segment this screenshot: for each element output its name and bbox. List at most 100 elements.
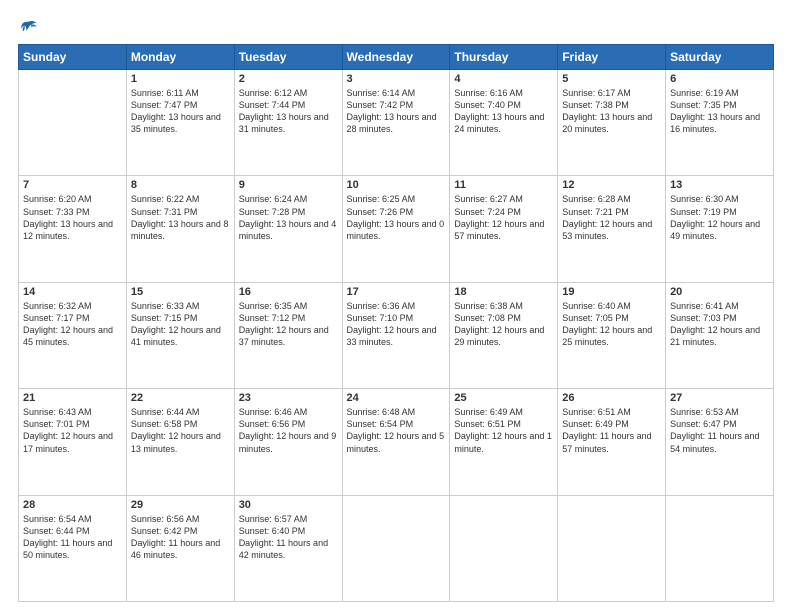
day-number: 7 — [23, 179, 122, 191]
day-cell: 23 Sunrise: 6:46 AMSunset: 6:56 PMDayligh… — [234, 389, 342, 495]
day-info: Sunrise: 6:53 AMSunset: 6:47 PMDaylight:… — [670, 406, 769, 455]
day-cell: 2Sunrise: 6:12 AMSunset: 7:44 PMDaylight… — [234, 70, 342, 176]
day-info: Sunrise: 6:41 AMSunset: 7:03 PMDaylight:… — [670, 300, 769, 349]
day-cell: 6 Sunrise: 6:19 AMSunset: 7:35 PMDaylight… — [666, 70, 774, 176]
day-number: 19 — [562, 286, 661, 298]
day-cell: 12 Sunrise: 6:28 AMSunset: 7:21 PMDayligh… — [558, 176, 666, 282]
header — [18, 18, 774, 36]
day-cell: 3 Sunrise: 6:14 AMSunset: 7:42 PMDaylight… — [342, 70, 450, 176]
weekday-header-sunday: Sunday — [19, 45, 127, 70]
day-number: 5 — [562, 73, 661, 85]
day-info: Sunrise: 6:49 AMSunset: 6:51 PMDaylight:… — [454, 406, 553, 455]
day-number: 24 — [347, 392, 446, 404]
weekday-header-monday: Monday — [126, 45, 234, 70]
day-cell: 10 Sunrise: 6:25 AMSunset: 7:26 PMDayligh… — [342, 176, 450, 282]
day-number: 14 — [23, 286, 122, 298]
day-info: Sunrise: 6:30 AMSunset: 7:19 PMDaylight:… — [670, 193, 769, 242]
weekday-header-saturday: Saturday — [666, 45, 774, 70]
day-info: Sunrise: 6:33 AMSunset: 7:15 PMDaylight:… — [131, 300, 230, 349]
day-info: Sunrise: 6:19 AMSunset: 7:35 PMDaylight:… — [670, 87, 769, 136]
day-number: 29 — [131, 499, 230, 511]
day-info: Sunrise: 6:40 AMSunset: 7:05 PMDaylight:… — [562, 300, 661, 349]
day-number: 10 — [347, 179, 446, 191]
day-number: 18 — [454, 286, 553, 298]
day-cell: 28 Sunrise: 6:54 AMSunset: 6:44 PMDayligh… — [19, 495, 127, 601]
day-number: 25 — [454, 392, 553, 404]
day-info: Sunrise: 6:43 AMSunset: 7:01 PMDaylight:… — [23, 406, 122, 455]
day-number: 15 — [131, 286, 230, 298]
day-cell: 27 Sunrise: 6:53 AMSunset: 6:47 PMDayligh… — [666, 389, 774, 495]
day-info: Sunrise: 6:16 AMSunset: 7:40 PMDaylight:… — [454, 87, 553, 136]
day-number: 26 — [562, 392, 661, 404]
calendar-page: SundayMondayTuesdayWednesdayThursdayFrid… — [0, 0, 792, 612]
day-number: 23 — [239, 392, 338, 404]
day-cell: 9 Sunrise: 6:24 AMSunset: 7:28 PMDaylight… — [234, 176, 342, 282]
day-cell: 24 Sunrise: 6:48 AMSunset: 6:54 PMDayligh… — [342, 389, 450, 495]
day-cell: 7 Sunrise: 6:20 AMSunset: 7:33 PMDaylight… — [19, 176, 127, 282]
logo-bird-icon — [20, 18, 38, 36]
day-number: 22 — [131, 392, 230, 404]
day-cell: 19 Sunrise: 6:40 AMSunset: 7:05 PMDayligh… — [558, 282, 666, 388]
day-cell: 16 Sunrise: 6:35 AMSunset: 7:12 PMDayligh… — [234, 282, 342, 388]
day-number: 8 — [131, 179, 230, 191]
day-info: Sunrise: 6:25 AMSunset: 7:26 PMDaylight:… — [347, 193, 446, 242]
day-number: 9 — [239, 179, 338, 191]
day-number: 12 — [562, 179, 661, 191]
day-cell — [450, 495, 558, 601]
day-number: 1 — [131, 73, 230, 85]
day-cell: 20 Sunrise: 6:41 AMSunset: 7:03 PMDayligh… — [666, 282, 774, 388]
day-info: Sunrise: 6:28 AMSunset: 7:21 PMDaylight:… — [562, 193, 661, 242]
day-cell: 1 Sunrise: 6:11 AMSunset: 7:47 PMDaylight… — [126, 70, 234, 176]
weekday-header-friday: Friday — [558, 45, 666, 70]
logo — [18, 18, 38, 36]
day-info: Sunrise: 6:22 AMSunset: 7:31 PMDaylight:… — [131, 193, 230, 242]
day-cell: 29Sunrise: 6:56 AMSunset: 6:42 PMDayligh… — [126, 495, 234, 601]
day-number: 27 — [670, 392, 769, 404]
day-info: Sunrise: 6:27 AMSunset: 7:24 PMDaylight:… — [454, 193, 553, 242]
day-cell: 14Sunrise: 6:32 AMSunset: 7:17 PMDayligh… — [19, 282, 127, 388]
day-cell — [558, 495, 666, 601]
day-number: 3 — [347, 73, 446, 85]
day-cell: 13 Sunrise: 6:30 AMSunset: 7:19 PMDayligh… — [666, 176, 774, 282]
day-cell: 8 Sunrise: 6:22 AMSunset: 7:31 PMDaylight… — [126, 176, 234, 282]
day-info: Sunrise: 6:11 AMSunset: 7:47 PMDaylight:… — [131, 87, 230, 136]
day-cell: 17Sunrise: 6:36 AMSunset: 7:10 PMDayligh… — [342, 282, 450, 388]
day-info: Sunrise: 6:20 AMSunset: 7:33 PMDaylight:… — [23, 193, 122, 242]
day-info: Sunrise: 6:24 AMSunset: 7:28 PMDaylight:… — [239, 193, 338, 242]
day-number: 16 — [239, 286, 338, 298]
weekday-header-row: SundayMondayTuesdayWednesdayThursdayFrid… — [19, 45, 774, 70]
day-info: Sunrise: 6:51 AMSunset: 6:49 PMDaylight:… — [562, 406, 661, 455]
day-cell: 21Sunrise: 6:43 AMSunset: 7:01 PMDayligh… — [19, 389, 127, 495]
day-cell: 5 Sunrise: 6:17 AMSunset: 7:38 PMDaylight… — [558, 70, 666, 176]
day-cell: 4 Sunrise: 6:16 AMSunset: 7:40 PMDaylight… — [450, 70, 558, 176]
day-cell: 22Sunrise: 6:44 AMSunset: 6:58 PMDayligh… — [126, 389, 234, 495]
week-row-1: 1 Sunrise: 6:11 AMSunset: 7:47 PMDaylight… — [19, 70, 774, 176]
day-cell: 18Sunrise: 6:38 AMSunset: 7:08 PMDayligh… — [450, 282, 558, 388]
day-info: Sunrise: 6:35 AMSunset: 7:12 PMDaylight:… — [239, 300, 338, 349]
weekday-header-wednesday: Wednesday — [342, 45, 450, 70]
day-info: Sunrise: 6:46 AMSunset: 6:56 PMDaylight:… — [239, 406, 338, 455]
calendar-table: SundayMondayTuesdayWednesdayThursdayFrid… — [18, 44, 774, 602]
day-number: 13 — [670, 179, 769, 191]
day-info: Sunrise: 6:48 AMSunset: 6:54 PMDaylight:… — [347, 406, 446, 455]
day-cell: 26 Sunrise: 6:51 AMSunset: 6:49 PMDayligh… — [558, 389, 666, 495]
week-row-3: 14Sunrise: 6:32 AMSunset: 7:17 PMDayligh… — [19, 282, 774, 388]
day-number: 4 — [454, 73, 553, 85]
day-number: 28 — [23, 499, 122, 511]
day-info: Sunrise: 6:54 AMSunset: 6:44 PMDaylight:… — [23, 513, 122, 562]
day-number: 2 — [239, 73, 338, 85]
weekday-header-thursday: Thursday — [450, 45, 558, 70]
day-cell: 11 Sunrise: 6:27 AMSunset: 7:24 PMDayligh… — [450, 176, 558, 282]
day-number: 6 — [670, 73, 769, 85]
day-info: Sunrise: 6:14 AMSunset: 7:42 PMDaylight:… — [347, 87, 446, 136]
day-number: 11 — [454, 179, 553, 191]
day-info: Sunrise: 6:57 AMSunset: 6:40 PMDaylight:… — [239, 513, 338, 562]
day-info: Sunrise: 6:17 AMSunset: 7:38 PMDaylight:… — [562, 87, 661, 136]
day-number: 17 — [347, 286, 446, 298]
day-cell: 25 Sunrise: 6:49 AMSunset: 6:51 PMDayligh… — [450, 389, 558, 495]
day-cell — [342, 495, 450, 601]
day-number: 20 — [670, 286, 769, 298]
week-row-2: 7 Sunrise: 6:20 AMSunset: 7:33 PMDaylight… — [19, 176, 774, 282]
week-row-5: 28 Sunrise: 6:54 AMSunset: 6:44 PMDayligh… — [19, 495, 774, 601]
day-cell — [19, 70, 127, 176]
